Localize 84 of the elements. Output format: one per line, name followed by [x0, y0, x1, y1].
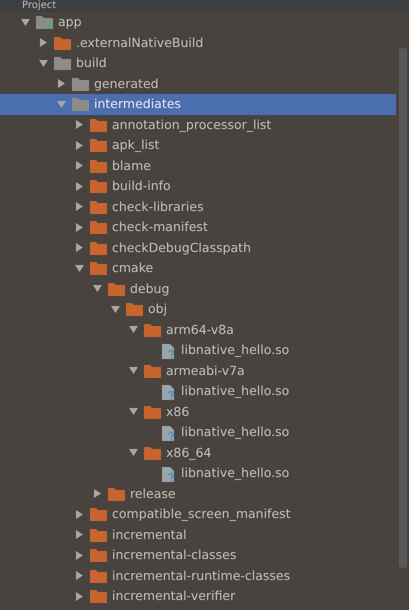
folder-icon	[90, 507, 107, 522]
folder-icon	[90, 568, 107, 583]
unknown-file-icon	[162, 424, 176, 441]
folder-icon	[90, 118, 107, 132]
tree-item[interactable]: generated	[0, 74, 396, 94]
folder-icon	[90, 158, 107, 173]
folder-icon	[90, 589, 107, 604]
folder-icon	[144, 322, 161, 337]
tree-item[interactable]: incremental-verifier	[0, 586, 396, 606]
expand-arrow-icon[interactable]	[74, 140, 85, 151]
expand-arrow-icon[interactable]	[74, 590, 85, 602]
tree-item[interactable]: libnative_hello.so	[0, 340, 396, 360]
folder-icon	[90, 261, 107, 276]
expand-arrow-icon[interactable]	[38, 37, 49, 48]
tree-item[interactable]: annotation_processor_list	[0, 114, 396, 135]
folder-icon	[108, 282, 125, 296]
collapse-arrow-icon[interactable]	[92, 283, 103, 294]
folder-icon	[144, 446, 161, 460]
collapse-arrow-icon[interactable]	[128, 406, 139, 418]
tree-item[interactable]: incremental	[0, 524, 396, 545]
tree-item[interactable]: check-libraries	[0, 196, 396, 217]
folder-icon	[90, 548, 107, 562]
tree-item[interactable]: cmake	[0, 258, 396, 278]
unknown-file-icon	[162, 342, 176, 359]
folder-icon	[90, 528, 107, 542]
folder-icon	[54, 36, 71, 50]
tree-item[interactable]: apk_list	[0, 135, 396, 156]
tree-item[interactable]: incremental-runtime-classes	[0, 566, 396, 586]
collapse-arrow-icon[interactable]	[20, 16, 31, 28]
tree-item[interactable]: .externalNativeBuild	[0, 32, 396, 53]
expand-arrow-icon[interactable]	[74, 242, 85, 254]
collapse-arrow-icon[interactable]	[128, 365, 139, 376]
tree-item[interactable]: x86	[0, 402, 396, 422]
folder-icon	[54, 56, 71, 70]
expand-arrow-icon[interactable]	[74, 529, 85, 540]
folder-icon	[90, 138, 107, 152]
folder-icon	[90, 179, 107, 194]
expand-arrow-icon[interactable]	[56, 78, 67, 90]
tree-item[interactable]: intermediates	[0, 94, 396, 114]
tree-item[interactable]: arm64-v8a	[0, 320, 396, 340]
unknown-file-icon	[162, 382, 176, 400]
module-folder-icon	[36, 15, 53, 30]
collapse-arrow-icon[interactable]	[110, 304, 121, 315]
tree-item[interactable]: armeabi-v7a	[0, 360, 396, 381]
tree-item[interactable]: debug	[0, 278, 396, 299]
expand-arrow-icon[interactable]	[74, 160, 85, 172]
tree-item[interactable]: build-info	[0, 176, 396, 196]
folder-icon	[108, 486, 125, 501]
folder-icon	[72, 97, 89, 112]
expand-arrow-icon[interactable]	[74, 508, 85, 520]
folder-icon	[72, 76, 89, 91]
expand-arrow-icon[interactable]	[74, 180, 85, 192]
folder-icon	[144, 364, 161, 378]
panel-title: Project	[22, 0, 56, 12]
tree-item[interactable]: libnative_hello.so	[0, 422, 396, 442]
tree-item[interactable]: build	[0, 53, 396, 74]
collapse-arrow-icon[interactable]	[128, 324, 139, 336]
collapse-arrow-icon[interactable]	[38, 58, 49, 69]
folder-icon	[90, 220, 107, 234]
tree-item[interactable]: incremental-classes	[0, 545, 396, 566]
tree-item[interactable]: x86_64	[0, 442, 396, 463]
folder-icon	[126, 302, 143, 316]
expand-arrow-icon[interactable]	[74, 222, 85, 233]
tree-item[interactable]: check-manifest	[0, 217, 396, 238]
collapse-arrow-icon[interactable]	[74, 262, 85, 274]
tree-item[interactable]: blame	[0, 156, 396, 176]
collapse-arrow-icon[interactable]	[56, 98, 67, 110]
tree-item[interactable]: libnative_hello.so	[0, 381, 396, 402]
tree-item[interactable]: compatible_screen_manifest	[0, 504, 396, 524]
tree-item[interactable]: release	[0, 484, 396, 504]
expand-arrow-icon[interactable]	[74, 570, 85, 582]
expand-arrow-icon[interactable]	[92, 488, 103, 500]
folder-icon	[144, 404, 161, 419]
folder-icon	[90, 200, 107, 214]
unknown-file-icon	[162, 464, 176, 482]
expand-arrow-icon[interactable]	[74, 201, 85, 212]
collapse-arrow-icon[interactable]	[128, 447, 139, 458]
folder-icon	[90, 240, 107, 255]
tree-item[interactable]: checkDebugClasspath	[0, 238, 396, 258]
expand-arrow-icon[interactable]	[74, 550, 85, 561]
expand-arrow-icon[interactable]	[74, 119, 85, 130]
tree-item[interactable]: app	[0, 12, 396, 32]
tree-item[interactable]: obj	[0, 299, 396, 320]
tree-item[interactable]: libnative_hello.so	[0, 463, 396, 484]
